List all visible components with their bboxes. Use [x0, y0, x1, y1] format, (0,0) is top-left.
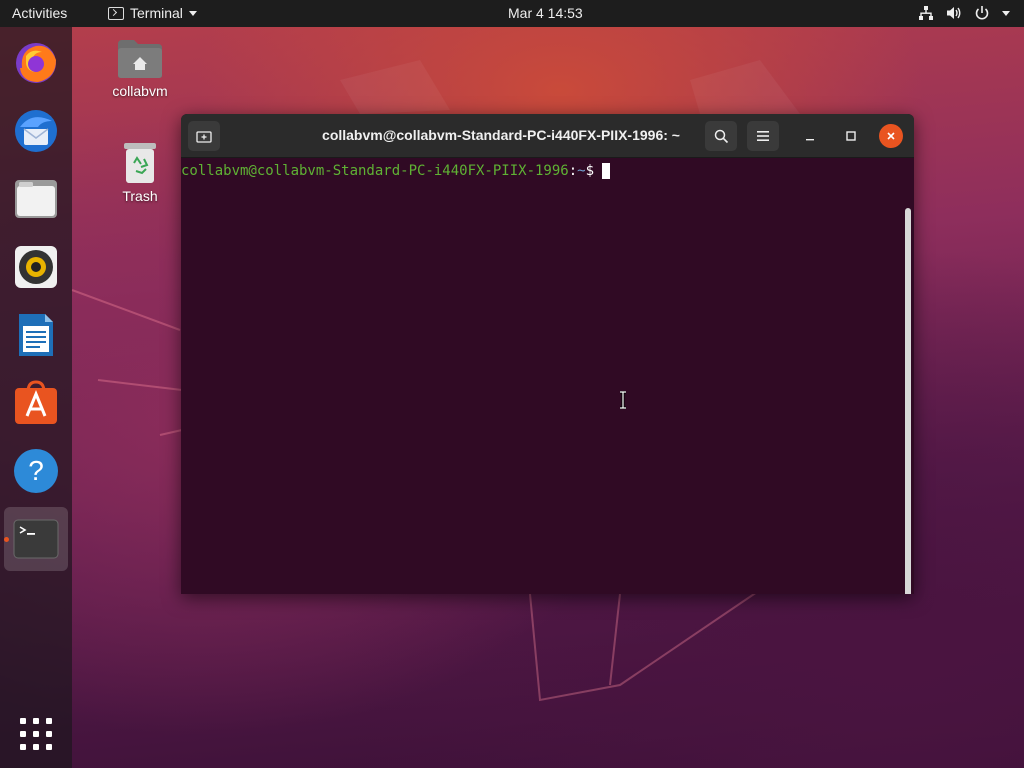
dock-ubuntu-software[interactable] — [4, 371, 68, 435]
terminal-titlebar[interactable]: collabvm@collabvm-Standard-PC-i440FX-PII… — [181, 114, 914, 158]
dock-thunderbird[interactable] — [4, 99, 68, 163]
maximize-button[interactable] — [839, 124, 863, 148]
prompt-path: ~ — [577, 163, 586, 179]
top-bar: Activities Terminal Mar 4 14:53 — [0, 0, 1024, 27]
window-title: collabvm@collabvm-Standard-PC-i440FX-PII… — [322, 127, 680, 143]
prompt-user-host: collabvm@collabvm-Standard-PC-i440FX-PII… — [181, 163, 569, 179]
dock-files[interactable] — [4, 167, 68, 231]
prompt-symbol: $ — [585, 163, 603, 179]
grid-icon — [20, 718, 52, 750]
dock: ? — [0, 27, 72, 768]
dock-libreoffice-writer[interactable] — [4, 303, 68, 367]
clock[interactable]: Mar 4 14:53 — [508, 5, 583, 21]
files-icon — [15, 180, 57, 218]
desktop-icon-label: collabvm — [112, 83, 168, 99]
help-icon: ? — [14, 449, 58, 493]
prompt-colon: : — [568, 163, 578, 179]
firefox-icon — [16, 43, 56, 83]
writer-icon — [19, 314, 53, 356]
new-tab-icon — [196, 131, 212, 143]
desktop-icon-trash[interactable]: Trash — [100, 141, 180, 204]
search-button[interactable] — [705, 121, 737, 151]
close-icon — [887, 132, 895, 140]
chevron-down-icon[interactable] — [1002, 10, 1010, 16]
desktop-icon-home[interactable]: collabvm — [100, 38, 180, 99]
network-icon[interactable] — [918, 5, 934, 21]
terminal-icon — [108, 6, 124, 20]
power-icon[interactable] — [974, 5, 990, 21]
trash-icon — [124, 143, 156, 183]
home-folder-icon — [118, 40, 162, 78]
show-applications-button[interactable] — [4, 702, 68, 766]
terminal-output[interactable]: collabvm@collabvm-Standard-PC-i440FX-PII… — [181, 158, 914, 594]
text-cursor — [602, 163, 611, 179]
volume-icon[interactable] — [946, 5, 962, 21]
desktop-icon-label: Trash — [122, 188, 158, 204]
software-icon — [15, 380, 57, 424]
dock-terminal[interactable] — [4, 507, 68, 571]
system-tray[interactable] — [918, 5, 1010, 21]
terminal-scrollbar[interactable] — [905, 208, 911, 594]
dock-firefox[interactable] — [4, 30, 68, 94]
close-button[interactable] — [879, 124, 903, 148]
rhythmbox-icon — [15, 246, 57, 288]
terminal-window[interactable]: collabvm@collabvm-Standard-PC-i440FX-PII… — [181, 114, 914, 594]
running-indicator — [4, 537, 9, 542]
terminal-icon — [13, 519, 59, 559]
ibeam-cursor-icon — [620, 391, 626, 409]
minimize-button[interactable] — [798, 124, 822, 148]
hamburger-menu-icon — [757, 131, 769, 141]
prompt-line: collabvm@collabvm-Standard-PC-i440FX-PII… — [181, 163, 914, 179]
activities-button[interactable]: Activities — [12, 5, 67, 21]
minimize-icon — [806, 139, 814, 141]
thunderbird-icon — [15, 110, 57, 152]
dock-rhythmbox[interactable] — [4, 235, 68, 299]
app-menu-label: Terminal — [130, 5, 183, 21]
svg-text:?: ? — [28, 455, 44, 486]
maximize-icon — [846, 131, 856, 141]
dock-help[interactable]: ? — [4, 439, 68, 503]
chevron-down-icon — [188, 10, 197, 16]
search-icon — [714, 129, 728, 143]
menu-button[interactable] — [747, 121, 779, 151]
app-menu[interactable]: Terminal — [108, 5, 197, 21]
new-tab-button[interactable] — [188, 121, 220, 151]
